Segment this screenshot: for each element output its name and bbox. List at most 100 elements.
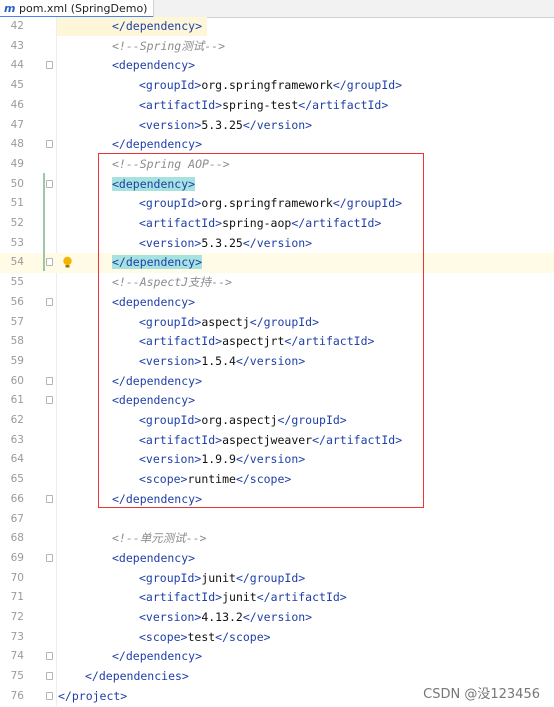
tab-pom-xml[interactable]: m pom.xml (SpringDemo): [0, 0, 155, 18]
code-text: <version>5.3.25</version>: [139, 116, 312, 136]
xml-tag: </groupId>: [332, 78, 403, 93]
fold-toggle-icon[interactable]: [46, 140, 53, 149]
code-text: <artifactId>junit</artifactId>: [139, 588, 347, 608]
xml-tag: <artifactId>: [139, 590, 223, 605]
xml-tag: <version>: [139, 117, 202, 132]
fold-toggle-icon[interactable]: [46, 553, 53, 562]
line-number: 57: [10, 315, 24, 328]
line-number: 45: [10, 79, 24, 92]
code-line[interactable]: 72 <version>4.13.2</version>: [0, 608, 554, 628]
code-text: <!--Spring测试-->: [112, 37, 225, 57]
xml-tag: <version>: [139, 610, 202, 624]
line-number: 67: [10, 512, 24, 525]
tag-value: junit: [222, 590, 257, 605]
line-number: 71: [10, 591, 24, 604]
line-number: 58: [10, 335, 24, 348]
line-number: 51: [10, 197, 24, 210]
xml-tag: </dependency>: [112, 19, 203, 33]
code-text: <artifactId>spring-test</artifactId>: [139, 96, 388, 116]
line-number: 76: [10, 689, 24, 702]
xml-tag: <groupId>: [139, 78, 202, 93]
code-line[interactable]: 48 </dependency>: [0, 135, 554, 155]
xml-tag: </dependencies>: [85, 669, 189, 684]
fold-toggle-icon[interactable]: [46, 376, 53, 385]
line-number: 65: [10, 473, 24, 486]
xml-tag: <dependency>: [112, 58, 196, 73]
line-number: 50: [10, 177, 24, 190]
code-line[interactable]: 69 <dependency>: [0, 549, 554, 569]
fold-toggle-icon[interactable]: [46, 179, 53, 188]
fold-toggle-icon[interactable]: [46, 258, 53, 267]
code-text: <dependency>: [112, 56, 195, 76]
code-text: </dependency>: [112, 135, 202, 155]
line-number: 62: [10, 414, 24, 426]
code-line[interactable]: 68 <!--单元测试-->: [0, 529, 554, 549]
line-number: 60: [10, 374, 24, 387]
code-text: </dependency>: [112, 17, 202, 37]
code-line[interactable]: 42 </dependency>: [0, 17, 554, 37]
xml-tag: <dependency>: [112, 550, 196, 565]
line-number: 47: [10, 118, 24, 131]
code-text: </project>: [58, 687, 127, 707]
tag-value: test: [187, 629, 216, 644]
line-number: 74: [10, 650, 24, 663]
code-text: <groupId>junit</groupId>: [139, 569, 305, 589]
line-number: 61: [10, 394, 24, 407]
line-number: 66: [10, 492, 24, 505]
maven-m-icon: m: [4, 2, 16, 15]
xml-tag: </scope>: [215, 629, 271, 644]
code-line[interactable]: 73 <scope>test</scope>: [0, 628, 554, 648]
xml-tag: <scope>: [139, 629, 188, 644]
line-number: 54: [10, 256, 24, 269]
code-line[interactable]: 43 <!--Spring测试-->: [0, 37, 554, 57]
xml-tag: </project>: [58, 688, 128, 703]
editor-tab-bar: m pom.xml (SpringDemo): [0, 0, 554, 18]
line-number: 72: [10, 611, 24, 623]
line-number: 59: [10, 354, 24, 367]
code-line[interactable]: 47 <version>5.3.25</version>: [0, 116, 554, 136]
line-number: 64: [10, 453, 24, 466]
fold-toggle-icon[interactable]: [46, 691, 53, 700]
code-line[interactable]: 71 <artifactId>junit</artifactId>: [0, 588, 554, 608]
line-number: 70: [10, 571, 24, 584]
code-line[interactable]: 44 <dependency>: [0, 56, 554, 76]
fold-toggle-icon[interactable]: [46, 652, 53, 661]
xml-tag: </artifactId>: [298, 97, 389, 112]
code-text: </dependency>: [112, 647, 202, 667]
code-line[interactable]: 46 <artifactId>spring-test</artifactId>: [0, 96, 554, 116]
code-line[interactable]: 45 <groupId>org.springframework</groupId>: [0, 76, 554, 96]
fold-toggle-icon[interactable]: [46, 297, 53, 306]
line-number: 49: [10, 157, 24, 170]
fold-toggle-icon[interactable]: [46, 494, 53, 503]
tag-value: 5.3.25: [201, 117, 243, 132]
code-line[interactable]: 70 <groupId>junit</groupId>: [0, 569, 554, 589]
xml-tag: <artifactId>: [139, 97, 223, 112]
xml-tag: </artifactId>: [256, 590, 347, 605]
line-number: 48: [10, 138, 24, 151]
xml-tag: </dependency>: [112, 137, 203, 152]
code-text: <groupId>org.springframework</groupId>: [139, 76, 402, 96]
tab-label: pom.xml (SpringDemo): [19, 2, 148, 15]
xml-tag: </groupId>: [235, 570, 306, 585]
tag-value: junit: [201, 570, 236, 585]
code-editor[interactable]: 42 </dependency> 43 <!--Spring测试--> 44 <depen…: [0, 17, 554, 706]
line-number: 46: [10, 98, 24, 111]
code-line[interactable]: 74 </dependency>: [0, 647, 554, 667]
code-text: <scope>test</scope>: [139, 628, 271, 648]
fold-toggle-icon[interactable]: [46, 61, 53, 70]
fold-toggle-icon[interactable]: [46, 396, 53, 405]
fold-toggle-icon[interactable]: [46, 672, 53, 681]
tag-value: org.springframework: [201, 78, 333, 93]
code-text: </dependencies>: [85, 667, 189, 687]
line-number: 55: [10, 276, 24, 289]
xml-tag: <groupId>: [139, 570, 202, 585]
xml-tag: </version>: [242, 117, 313, 132]
intention-bulb-icon[interactable]: [62, 256, 73, 269]
watermark: CSDN @没123456: [423, 687, 540, 702]
xml-comment: <!--单元测试-->: [112, 531, 207, 546]
code-line[interactable]: 67: [0, 510, 554, 530]
line-number: 56: [10, 295, 24, 308]
line-number: 68: [10, 532, 24, 545]
line-number: 43: [10, 39, 24, 52]
line-number: 52: [10, 217, 24, 229]
